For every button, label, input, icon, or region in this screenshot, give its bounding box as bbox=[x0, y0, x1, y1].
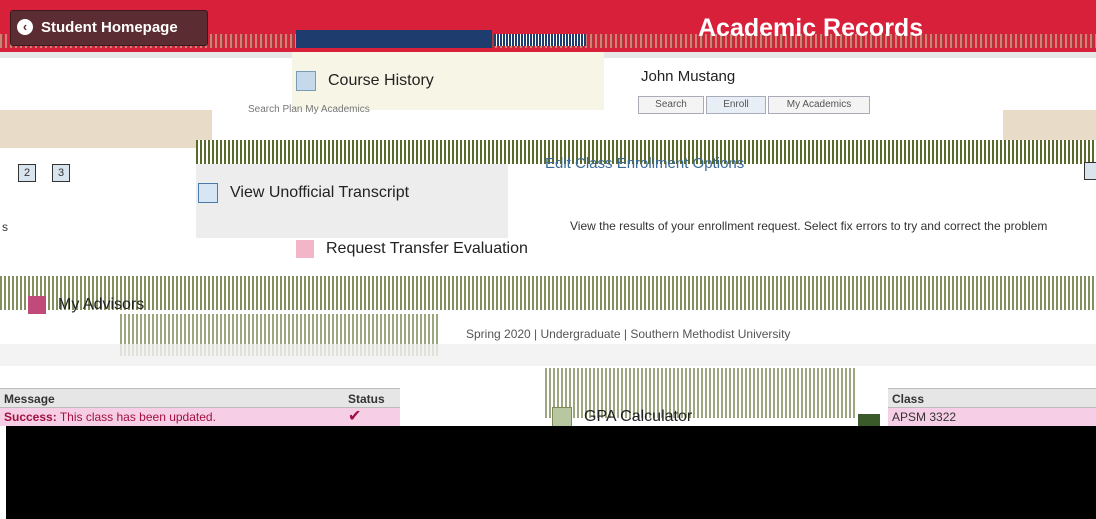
step-2-button[interactable]: 2 bbox=[18, 164, 36, 182]
menu-item-my-advisors[interactable]: My Advisors bbox=[28, 290, 144, 320]
background-tabs: Search Plan My Academics bbox=[248, 104, 370, 115]
edit-enrollment-options-link[interactable]: Edit Class Enrollment Options bbox=[545, 155, 744, 172]
chevron-left-icon: ‹ bbox=[17, 19, 33, 35]
menu-item-course-history[interactable]: Course History bbox=[296, 66, 434, 96]
student-homepage-button[interactable]: ‹ Student Homepage bbox=[10, 10, 208, 46]
section-divider bbox=[0, 344, 1096, 366]
black-region bbox=[0, 426, 1096, 519]
results-instructions: View the results of your enrollment requ… bbox=[570, 219, 1048, 233]
column-header-status: Status bbox=[344, 388, 400, 408]
truncated-text: s bbox=[2, 220, 8, 234]
left-info-strip bbox=[0, 110, 212, 148]
advisors-icon bbox=[28, 296, 46, 314]
table-cell-class: APSM 3322 bbox=[888, 408, 1096, 426]
nav-tab-strip bbox=[494, 34, 586, 46]
success-label: Success: bbox=[4, 410, 57, 424]
column-header-message: Message bbox=[0, 388, 344, 408]
menu-item-label: View Unofficial Transcript bbox=[230, 184, 410, 201]
transcript-icon bbox=[198, 183, 218, 203]
success-message: This class has been updated. bbox=[56, 410, 216, 424]
tab-my-academics[interactable]: My Academics bbox=[768, 96, 870, 114]
home-button-label: Student Homepage bbox=[41, 19, 178, 36]
column-header-class: Class bbox=[888, 388, 1096, 408]
page-title: Academic Records bbox=[698, 14, 924, 42]
transfer-icon bbox=[296, 240, 314, 258]
menu-item-label: Request Transfer Evaluation bbox=[326, 240, 528, 257]
term-label: Spring 2020 | Undergraduate | Southern M… bbox=[466, 327, 791, 341]
user-name: John Mustang bbox=[641, 68, 736, 85]
menu-item-transfer-evaluation[interactable]: Request Transfer Evaluation bbox=[296, 234, 528, 264]
table-cell-message: Success: This class has been updated. bbox=[0, 408, 344, 426]
overlap-artifact bbox=[0, 276, 1096, 310]
nav-tab-active[interactable] bbox=[296, 30, 492, 48]
menu-item-label: My Advisors bbox=[58, 296, 145, 313]
left-edge bbox=[0, 426, 6, 519]
success-check-icon: ✔ bbox=[344, 408, 400, 426]
tab-search[interactable]: Search bbox=[638, 96, 704, 114]
tab-enroll[interactable]: Enroll bbox=[706, 96, 766, 114]
calculator-icon bbox=[552, 407, 572, 427]
menu-item-unofficial-transcript[interactable]: View Unofficial Transcript bbox=[198, 178, 409, 208]
menu-item-label: Course History bbox=[328, 72, 434, 89]
step-3-button[interactable]: 3 bbox=[52, 164, 70, 182]
course-history-icon bbox=[296, 71, 316, 91]
collapse-button[interactable] bbox=[1084, 162, 1096, 180]
menu-item-label: GPA Calculator bbox=[584, 408, 693, 425]
